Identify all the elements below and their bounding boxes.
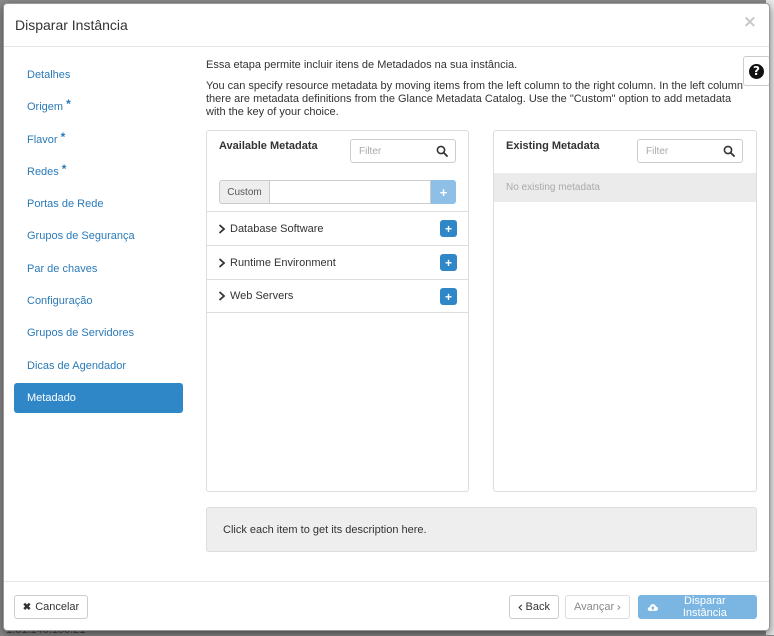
list-item[interactable]: Database Software +	[207, 211, 468, 245]
chevron-right-icon	[617, 604, 621, 610]
modal-header: Disparar Instância ×	[4, 4, 769, 47]
required-marker: *	[60, 129, 66, 144]
sidebar-item-label: Grupos de Servidores	[27, 327, 134, 340]
launch-instance-modal: Disparar Instância × Detalhes Origem * F…	[3, 3, 770, 631]
help-button[interactable]: ?	[743, 56, 769, 86]
chevron-right-icon	[218, 291, 226, 301]
back-label: Back	[525, 601, 550, 613]
add-item-button[interactable]: +	[440, 288, 457, 305]
wizard-sidebar: Detalhes Origem * Flavor * Redes * Porta…	[14, 60, 183, 415]
list-item[interactable]: Web Servers +	[207, 279, 468, 313]
sidebar-item-par-de-chaves[interactable]: Par de chaves	[14, 254, 183, 284]
next-label: Avançar	[574, 601, 615, 613]
sidebar-item-label: Dicas de Agendador	[27, 359, 127, 372]
launch-instance-button[interactable]: Disparar Instância	[638, 595, 757, 619]
sidebar-item-grupos-de-servidores[interactable]: Grupos de Servidores	[14, 318, 183, 348]
sidebar-item-configuracao[interactable]: Configuração	[14, 286, 183, 316]
sidebar-item-origem[interactable]: Origem *	[14, 92, 183, 122]
list-item-label: Database Software	[230, 222, 324, 235]
add-item-button[interactable]: +	[440, 220, 457, 237]
sidebar-item-grupos-de-seguranca[interactable]: Grupos de Segurança	[14, 221, 183, 251]
step-help-text: You can specify resource metadata by mov…	[206, 80, 744, 118]
sidebar-item-portas-de-rede[interactable]: Portas de Rede	[14, 189, 183, 219]
cancel-label: Cancelar	[35, 601, 80, 613]
sidebar-item-label: Grupos de Segurança	[27, 230, 135, 243]
list-item-label: Web Servers	[230, 290, 294, 302]
sidebar-item-dicas-de-agendador[interactable]: Dicas de Agendador	[14, 351, 183, 381]
sidebar-item-label: Portas de Rede	[27, 198, 104, 211]
required-marker: *	[66, 97, 71, 112]
step-intro: Essa etapa permite incluir itens de Meta…	[206, 59, 518, 71]
sidebar-item-label: Par de chaves	[27, 262, 98, 275]
list-item-label: Runtime Environment	[230, 256, 336, 269]
panel-title: Existing Metadata	[506, 140, 600, 152]
panel-title: Available Metadata	[219, 140, 318, 152]
available-filter	[350, 139, 456, 163]
sidebar-item-label: Flavor	[27, 133, 58, 146]
sidebar-item-label: Metadado	[27, 391, 76, 404]
chevron-left-icon	[518, 603, 523, 611]
sidebar-item-label: Redes	[27, 165, 59, 178]
required-marker: *	[61, 161, 67, 176]
search-icon	[723, 145, 735, 157]
modal-title: Disparar Instância	[15, 17, 128, 33]
sidebar-item-flavor[interactable]: Flavor *	[14, 125, 183, 155]
sidebar-item-label: Detalhes	[27, 69, 71, 81]
close-icon: ✖	[22, 601, 32, 613]
empty-state: No existing metadata	[494, 173, 756, 202]
sidebar-item-metadado[interactable]: Metadado	[14, 382, 183, 413]
sidebar-item-label: Origem	[27, 101, 64, 114]
search-icon	[436, 145, 448, 157]
available-filter-input[interactable]	[351, 140, 431, 162]
launch-label: Disparar Instância	[682, 595, 727, 619]
sidebar-item-label: Configuração	[27, 295, 93, 308]
available-metadata-panel: Available Metadata Custom + Database Sof…	[206, 130, 469, 492]
question-icon: ?	[749, 63, 764, 79]
chevron-right-icon	[218, 223, 226, 234]
step-content: Essa etapa permite incluir itens de Meta…	[206, 59, 757, 119]
existing-filter-input[interactable]	[638, 140, 718, 162]
metadata-list: Database Software + Runtime Environment …	[207, 211, 468, 313]
sidebar-item-redes[interactable]: Redes *	[14, 157, 183, 187]
close-icon[interactable]: ×	[743, 14, 757, 31]
add-item-button[interactable]: +	[440, 254, 457, 271]
custom-add-button[interactable]: +	[431, 180, 456, 204]
chevron-right-icon	[218, 257, 226, 268]
back-button[interactable]: Back	[509, 595, 559, 619]
next-button[interactable]: Avançar	[565, 595, 630, 619]
cancel-button[interactable]: ✖ Cancelar	[14, 595, 88, 619]
existing-metadata-panel: Existing Metadata No existing metadata	[493, 130, 757, 492]
list-item[interactable]: Runtime Environment +	[207, 245, 468, 279]
cloud-upload-icon	[647, 604, 659, 611]
modal-footer: ✖ Cancelar Back Avançar Disparar Instânc…	[4, 581, 769, 630]
custom-metadata-row: Custom +	[219, 180, 456, 204]
existing-filter	[637, 139, 743, 163]
custom-key-input[interactable]	[269, 180, 431, 204]
custom-label: Custom	[219, 180, 269, 204]
description-box: Click each item to get its description h…	[206, 507, 757, 552]
sidebar-item-detalhes[interactable]: Detalhes	[14, 60, 183, 90]
